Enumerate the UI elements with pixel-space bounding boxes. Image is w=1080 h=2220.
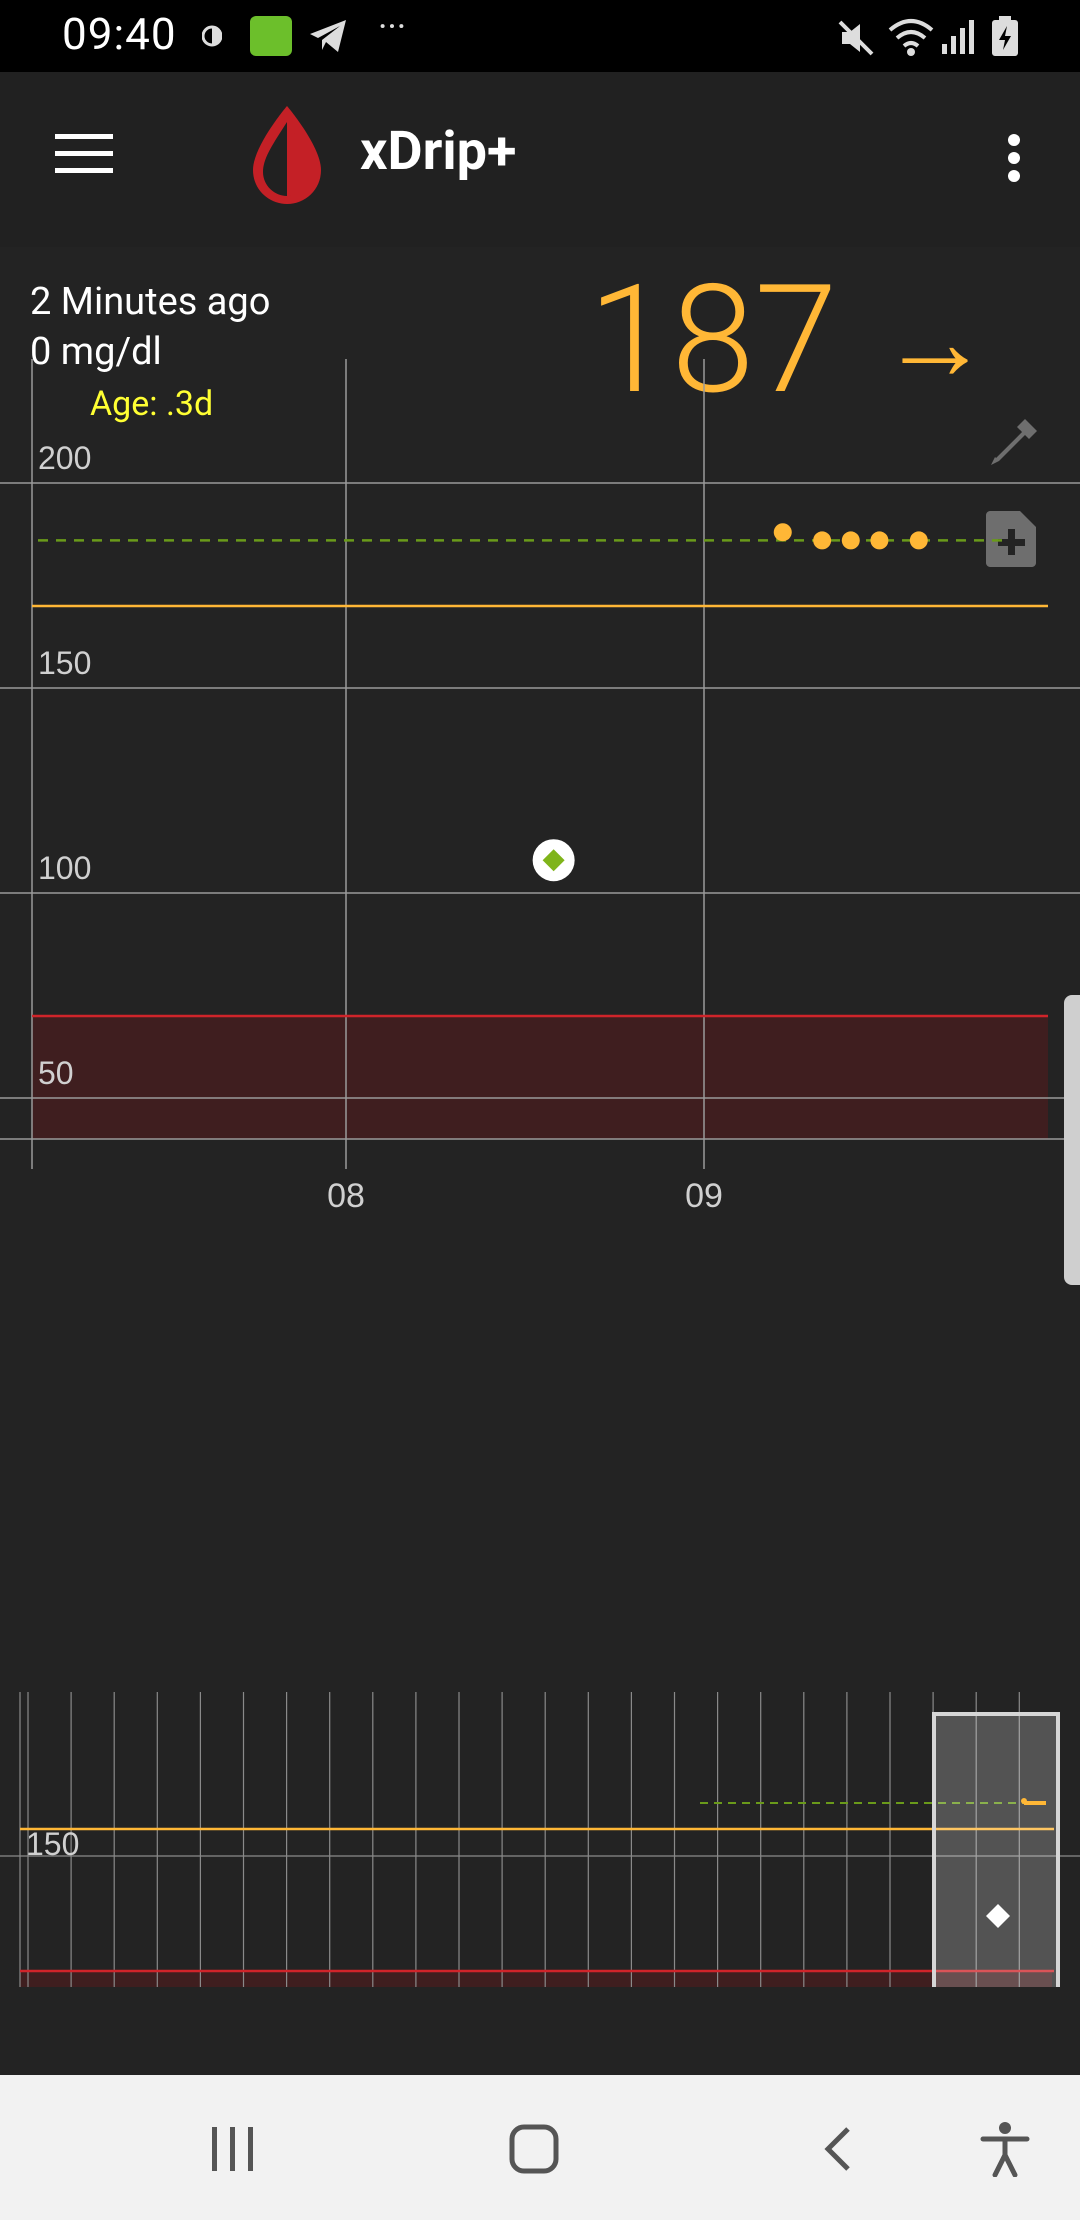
blood-drop-logo-icon (253, 106, 321, 204)
glucose-point (813, 531, 832, 550)
more-notifications-icon: ··· (378, 6, 407, 48)
side-panel-handle[interactable] (1064, 995, 1080, 1285)
glucose-point (773, 523, 792, 542)
y-tick-label: 100 (38, 850, 91, 886)
status-time: 09:40 (62, 8, 177, 60)
preview-reading-point (1021, 1798, 1027, 1804)
mute-icon (838, 20, 874, 56)
y-tick-label: 150 (38, 645, 91, 681)
signal-icon (942, 20, 974, 54)
y-tick-label: 200 (38, 440, 91, 476)
home-icon[interactable] (508, 2123, 560, 2175)
glucose-point (841, 531, 860, 550)
app-bar: xDrip+ (0, 72, 1080, 247)
accessibility-icon[interactable] (980, 2121, 1030, 2177)
glucose-chart[interactable]: 200 150 100 50 08 09 (0, 247, 1080, 1667)
preview-y-tick-label: 150 (26, 1826, 79, 1862)
data-saver-icon (202, 25, 222, 47)
navigation-bar (0, 2075, 1080, 2220)
preview-low-band (20, 1971, 1052, 1987)
y-tick-label: 50 (38, 1055, 74, 1091)
back-icon[interactable] (822, 2125, 852, 2173)
battery-charging-icon (992, 16, 1018, 56)
hamburger-menu-icon[interactable] (55, 132, 113, 176)
app-notification-icon (250, 16, 292, 56)
main-panel: 2 Minutes ago 0 mg/dl Age: .3d 187 → 200… (0, 247, 1080, 2077)
preview-viewport-box (932, 1712, 1060, 1987)
x-tick-label: 09 (685, 1177, 723, 1215)
status-bar: 09:40 ··· (0, 0, 1080, 72)
low-range-band (32, 1016, 1048, 1139)
telegram-icon (310, 20, 346, 52)
app-title: xDrip+ (360, 120, 517, 183)
recents-icon[interactable] (210, 2127, 256, 2171)
x-tick-label: 08 (327, 1177, 365, 1215)
wifi-icon (888, 19, 934, 56)
more-vertical-icon[interactable] (1004, 132, 1024, 184)
preview-chart[interactable]: 1011121314151617181920212223000102030405… (0, 1687, 1080, 1987)
glucose-point (870, 531, 889, 550)
glucose-point (909, 531, 928, 550)
